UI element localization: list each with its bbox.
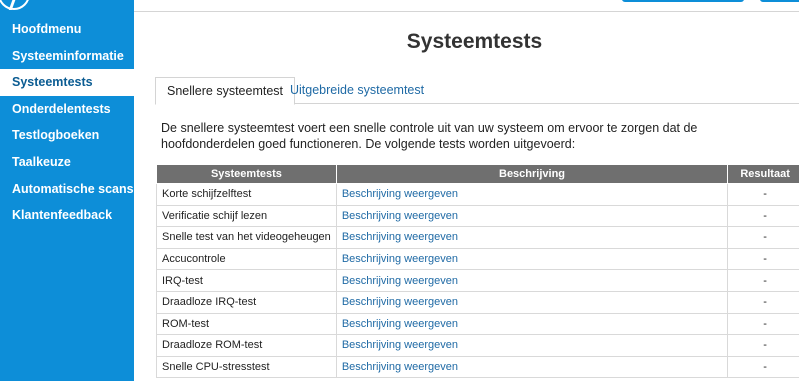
show-description-link[interactable]: Beschrijving weergeven bbox=[336, 248, 729, 271]
table-row: Draadloze IRQ-test Beschrijving weergeve… bbox=[156, 291, 799, 314]
table-row: ROM-test Beschrijving weergeven - bbox=[156, 313, 799, 336]
show-description-link[interactable]: Beschrijving weergeven bbox=[336, 291, 729, 314]
table-header-row: Systeemtests Beschrijving Resultaat bbox=[156, 164, 799, 184]
column-header-beschrijving: Beschrijving bbox=[335, 164, 729, 184]
hp-logo-icon[interactable] bbox=[0, 0, 32, 12]
column-header-resultaat: Resultaat bbox=[727, 164, 799, 184]
table-row: Snelle CPU-stresstest Beschrijving weerg… bbox=[156, 356, 799, 379]
top-action-button[interactable] bbox=[622, 0, 744, 2]
test-name: Draadloze ROM-test bbox=[156, 334, 337, 357]
test-result: - bbox=[727, 269, 799, 292]
show-description-link[interactable]: Beschrijving weergeven bbox=[336, 183, 729, 206]
sidebar-nav: Hoofdmenu Systeeminformatie Systeemtests… bbox=[0, 16, 134, 229]
tab-uitgebreide-systeemtest[interactable]: Uitgebreide systeemtest bbox=[279, 77, 435, 104]
page-title: Systeemtests bbox=[406, 30, 543, 53]
tab-snellere-systeemtest[interactable]: Snellere systeemtest bbox=[155, 77, 296, 105]
test-result: - bbox=[727, 291, 799, 314]
table-row: Accucontrole Beschrijving weergeven - bbox=[156, 248, 799, 271]
test-result: - bbox=[727, 205, 799, 228]
show-description-link[interactable]: Beschrijving weergeven bbox=[336, 313, 729, 336]
column-header-systeemtests: Systeemtests bbox=[156, 164, 337, 184]
test-tabs: Snellere systeemtest Uitgebreide systeem… bbox=[155, 77, 799, 105]
test-name: Accucontrole bbox=[156, 248, 337, 271]
sidebar: Hoofdmenu Systeeminformatie Systeemtests… bbox=[0, 0, 134, 381]
table-row: Snelle test van het videogeheugen Beschr… bbox=[156, 226, 799, 249]
table-row: Draadloze ROM-test Beschrijving weergeve… bbox=[156, 334, 799, 357]
top-bar bbox=[134, 0, 799, 12]
show-description-link[interactable]: Beschrijving weergeven bbox=[336, 334, 729, 357]
test-name: ROM-test bbox=[156, 313, 337, 336]
test-name: Korte schijfzelftest bbox=[156, 183, 337, 206]
sidebar-item-testlogboeken[interactable]: Testlogboeken bbox=[0, 122, 134, 149]
test-name: Snelle CPU-stresstest bbox=[156, 356, 337, 379]
test-result: - bbox=[727, 334, 799, 357]
sidebar-item-taalkeuze[interactable]: Taalkeuze bbox=[0, 149, 134, 176]
test-result: - bbox=[727, 356, 799, 379]
test-result: - bbox=[727, 183, 799, 206]
main-content: Systeemtests Snellere systeemtest Uitgeb… bbox=[134, 12, 799, 381]
hp-logo-circle bbox=[0, 0, 30, 10]
test-result: - bbox=[727, 248, 799, 271]
table-row: Korte schijfzelftest Beschrijving weerge… bbox=[156, 183, 799, 206]
sidebar-item-automatische-scans[interactable]: Automatische scans bbox=[0, 176, 134, 203]
table-row: Verificatie schijf lezen Beschrijving we… bbox=[156, 205, 799, 228]
test-name: Snelle test van het videogeheugen bbox=[156, 226, 337, 249]
show-description-link[interactable]: Beschrijving weergeven bbox=[336, 226, 729, 249]
show-description-link[interactable]: Beschrijving weergeven bbox=[336, 269, 729, 292]
top-secondary-button[interactable] bbox=[760, 0, 799, 2]
test-name: Draadloze IRQ-test bbox=[156, 291, 337, 314]
test-name: IRQ-test bbox=[156, 269, 337, 292]
intro-text: De snellere systeemtest voert een snelle… bbox=[161, 121, 698, 151]
tests-table: Systeemtests Beschrijving Resultaat Kort… bbox=[156, 164, 799, 379]
sidebar-item-klantenfeedback[interactable]: Klantenfeedback bbox=[0, 202, 134, 229]
table-row: IRQ-test Beschrijving weergeven - bbox=[156, 269, 799, 292]
sidebar-item-hoofdmenu[interactable]: Hoofdmenu bbox=[0, 16, 134, 43]
sidebar-item-onderdelentests[interactable]: Onderdelentests bbox=[0, 96, 134, 123]
test-result: - bbox=[727, 226, 799, 249]
test-name: Verificatie schijf lezen bbox=[156, 205, 337, 228]
show-description-link[interactable]: Beschrijving weergeven bbox=[336, 356, 729, 379]
show-description-link[interactable]: Beschrijving weergeven bbox=[336, 205, 729, 228]
test-result: - bbox=[727, 313, 799, 336]
sidebar-item-systeeminformatie[interactable]: Systeeminformatie bbox=[0, 43, 134, 70]
sidebar-item-systeemtests[interactable]: Systeemtests bbox=[0, 69, 134, 96]
